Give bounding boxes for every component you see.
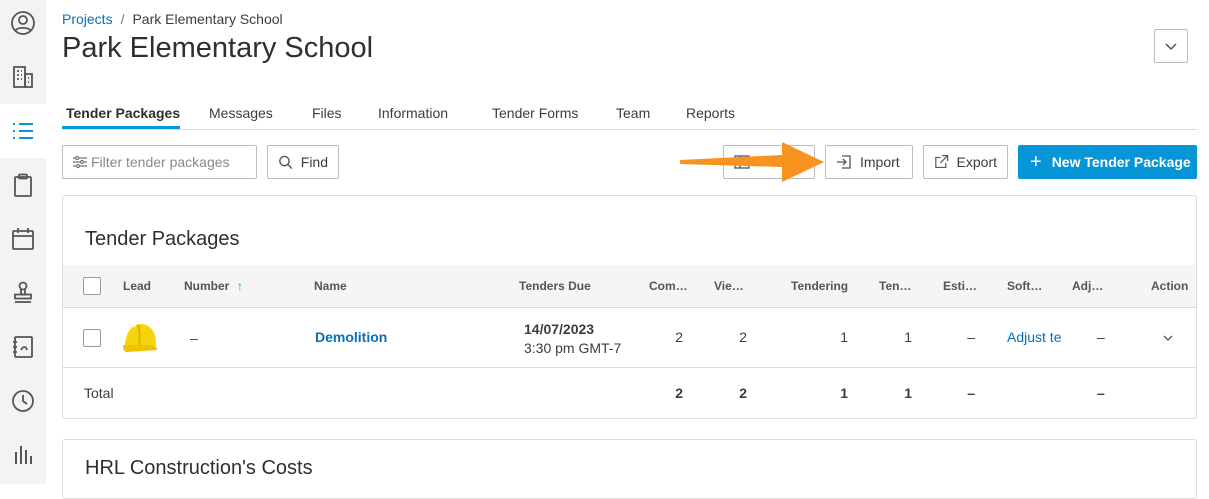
row-due-date: 14/07/2023 bbox=[524, 321, 595, 337]
tab-information[interactable]: Information bbox=[378, 105, 448, 121]
filter-tender-packages-input[interactable]: Filter tender packages bbox=[62, 145, 257, 179]
search-icon bbox=[279, 155, 293, 169]
import-button[interactable]: Import bbox=[825, 145, 913, 179]
sidebar-calendar-icon[interactable] bbox=[0, 212, 46, 266]
column-software[interactable]: Soft… bbox=[1007, 279, 1042, 293]
find-button[interactable]: Find bbox=[267, 145, 339, 179]
breadcrumb-separator: / bbox=[120, 11, 125, 27]
row-number: – bbox=[190, 330, 198, 346]
total-committed: 2 bbox=[675, 385, 683, 401]
row-action-chevron-icon[interactable] bbox=[1162, 333, 1174, 343]
filter-placeholder: Filter tender packages bbox=[91, 154, 230, 170]
export-button-label: Export bbox=[956, 154, 997, 170]
column-tendering[interactable]: Tendering bbox=[791, 279, 848, 293]
column-action: Action bbox=[1151, 279, 1189, 293]
total-label: Total bbox=[84, 385, 114, 401]
tab-tender-forms[interactable]: Tender Forms bbox=[492, 105, 578, 121]
row-viewed: 2 bbox=[739, 329, 747, 345]
costs-card: HRL Construction's Costs bbox=[62, 439, 1197, 499]
sidebar-list-icon[interactable] bbox=[0, 104, 46, 158]
sidebar-contract-icon[interactable] bbox=[0, 320, 46, 374]
total-adjusted: – bbox=[1097, 385, 1105, 401]
chevron-down-icon bbox=[1165, 43, 1177, 51]
sidebar-building-icon[interactable] bbox=[0, 50, 46, 104]
tab-team[interactable]: Team bbox=[616, 105, 650, 121]
total-estimate: – bbox=[967, 385, 975, 401]
column-adjusted[interactable]: Adj… bbox=[1072, 279, 1103, 293]
row-adjusted: – bbox=[1097, 329, 1105, 345]
sidebar bbox=[0, 0, 46, 484]
new-tender-package-button[interactable]: + New Tender Package bbox=[1018, 145, 1197, 179]
filter-icon bbox=[73, 155, 87, 169]
row-committed: 2 bbox=[675, 329, 683, 345]
tender-packages-card: Tender Packages Lead Number ↑ Name Tende… bbox=[62, 195, 1197, 419]
row-tendering: 1 bbox=[840, 329, 848, 345]
tab-reports[interactable]: Reports bbox=[686, 105, 735, 121]
breadcrumb: Projects / Park Elementary School bbox=[62, 11, 283, 27]
row-software-link[interactable]: Adjust te bbox=[1007, 329, 1063, 345]
tab-messages[interactable]: Messages bbox=[209, 105, 273, 121]
column-committed[interactable]: Com… bbox=[649, 279, 688, 293]
new-tender-package-label: New Tender Package bbox=[1051, 154, 1191, 170]
total-viewed: 2 bbox=[739, 385, 747, 401]
total-tendering: 1 bbox=[840, 385, 848, 401]
page-title: Park Elementary School bbox=[62, 32, 374, 64]
row-tendered: 1 bbox=[904, 329, 912, 345]
tender-packages-title: Tender Packages bbox=[85, 228, 240, 250]
row-name-link[interactable]: Demolition bbox=[315, 329, 387, 345]
select-all-checkbox[interactable] bbox=[83, 277, 101, 295]
import-button-label: Import bbox=[860, 154, 900, 170]
find-button-label: Find bbox=[300, 154, 328, 170]
breadcrumb-projects-link[interactable]: Projects bbox=[62, 11, 113, 27]
sort-ascending-icon[interactable]: ↑ bbox=[237, 279, 243, 293]
sidebar-user-icon[interactable] bbox=[0, 0, 46, 50]
tab-files[interactable]: Files bbox=[312, 105, 342, 121]
tab-bar: Tender Packages Messages Files Informati… bbox=[62, 96, 1197, 130]
column-tendered[interactable]: Ten… bbox=[879, 279, 911, 293]
active-tab-indicator bbox=[62, 126, 180, 129]
total-tendered: 1 bbox=[904, 385, 912, 401]
row-checkbox[interactable] bbox=[83, 329, 101, 347]
breadcrumb-current: Park Elementary School bbox=[132, 11, 283, 27]
column-number[interactable]: Number bbox=[184, 279, 229, 293]
costs-card-title: HRL Construction's Costs bbox=[85, 457, 313, 479]
export-icon bbox=[935, 155, 949, 169]
import-icon bbox=[837, 155, 851, 169]
table-row[interactable]: – Demolition 14/07/2023 3:30 pm GMT-7 2 … bbox=[63, 308, 1196, 368]
row-due-time: 3:30 pm GMT-7 bbox=[524, 340, 622, 356]
tab-tender-packages[interactable]: Tender Packages bbox=[66, 105, 180, 121]
column-estimate[interactable]: Esti… bbox=[943, 279, 977, 293]
table-header: Lead Number ↑ Name Tenders Due Com… Vie…… bbox=[63, 265, 1196, 308]
sidebar-clock-icon[interactable] bbox=[0, 374, 46, 428]
export-button[interactable]: Export bbox=[923, 145, 1008, 179]
total-row: Total 2 2 1 1 – – bbox=[63, 368, 1196, 418]
project-menu-button[interactable] bbox=[1154, 29, 1188, 63]
hard-hat-icon bbox=[123, 324, 157, 352]
sidebar-clipboard-icon[interactable] bbox=[0, 158, 46, 212]
plus-icon: + bbox=[1030, 151, 1042, 173]
column-viewed[interactable]: Vie… bbox=[714, 279, 744, 293]
sidebar-reports-icon[interactable] bbox=[0, 428, 46, 482]
column-tenders-due[interactable]: Tenders Due bbox=[519, 279, 591, 293]
sidebar-stamp-icon[interactable] bbox=[0, 266, 46, 320]
annotation-arrow-icon bbox=[680, 142, 824, 182]
column-lead[interactable]: Lead bbox=[123, 279, 151, 293]
column-name[interactable]: Name bbox=[314, 279, 347, 293]
row-estimate: – bbox=[967, 329, 975, 345]
